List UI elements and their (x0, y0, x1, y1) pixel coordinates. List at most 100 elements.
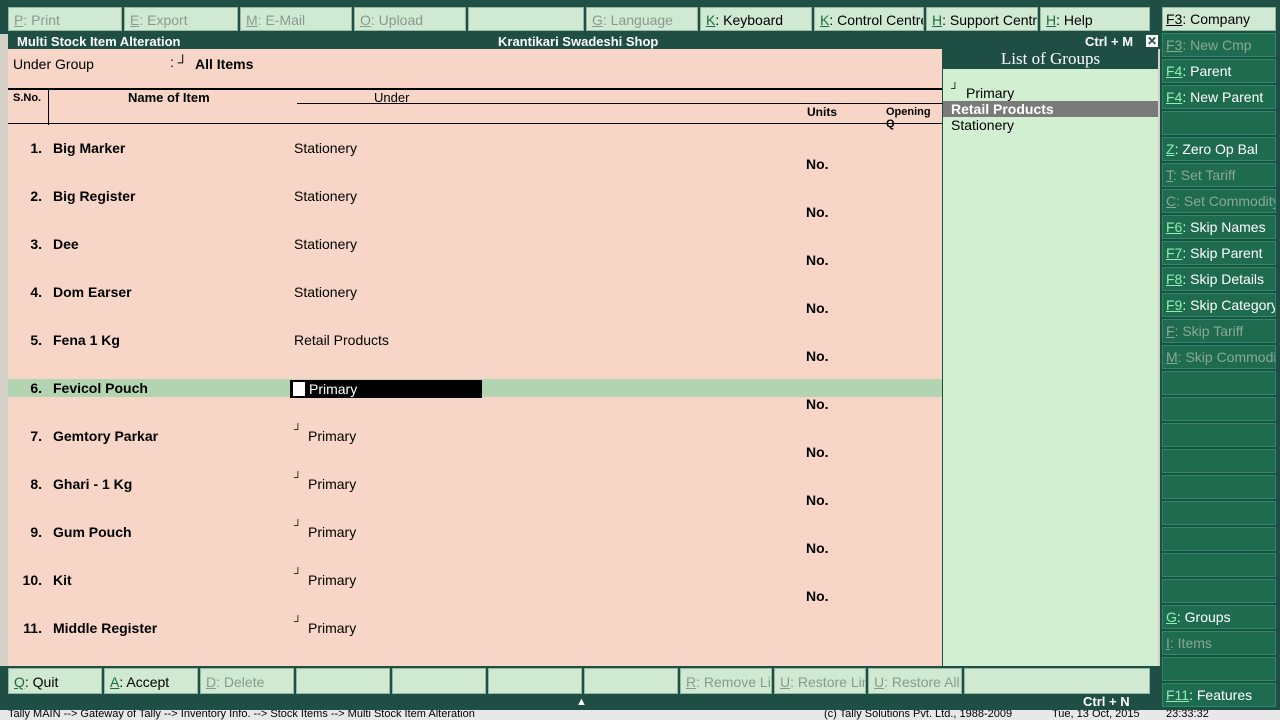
sidebar-new-cmp-button[interactable]: F3: New Cmp (1162, 33, 1276, 57)
item-name[interactable]: Gemtory Parkar (53, 428, 158, 444)
topbar-support-centre-button[interactable]: H: Support Centre (926, 7, 1038, 31)
table-row[interactable]: 1. Big Marker Stationery No. (8, 140, 942, 188)
table-row[interactable]: 5. Fena 1 Kg Retail Products No. (8, 332, 942, 380)
sidebar-set-commodity-button[interactable]: C: Set Commodity (1162, 189, 1276, 213)
table-row[interactable]: 6. Fevicol Pouch Primary No. (8, 380, 942, 428)
units-value[interactable]: No. (806, 588, 829, 604)
button-label: : New Parent (1182, 89, 1264, 105)
item-name[interactable]: Dee (53, 236, 79, 252)
units-value[interactable]: No. (806, 444, 829, 460)
bottom-delete-button[interactable]: D: Delete (200, 668, 294, 694)
bottom-restore-all-button[interactable]: U: Restore All (868, 668, 962, 694)
button-label: : Parent (1182, 63, 1232, 79)
sidebar-items-button[interactable]: I: Items (1162, 631, 1276, 655)
group-list-item[interactable]: ┘ Primary (943, 83, 1158, 101)
sidebar-empty-slot (1162, 657, 1276, 681)
units-value[interactable]: No. (806, 156, 829, 172)
units-value[interactable]: No. (806, 396, 829, 412)
item-name[interactable]: Big Register (53, 188, 135, 204)
topbar-help-button[interactable]: H: Help (1040, 7, 1150, 31)
units-value[interactable]: No. (806, 540, 829, 556)
sidebar-skip-tariff-button[interactable]: F: Skip Tariff (1162, 319, 1276, 343)
sidebar-skip-names-button[interactable]: F6: Skip Names (1162, 215, 1276, 239)
under-group-value[interactable]: Primary (308, 524, 356, 540)
sidebar-skip-parent-button[interactable]: F7: Skip Parent (1162, 241, 1276, 265)
group-marker-icon: ┘ (294, 520, 302, 532)
sidebar-skip-commodity-button[interactable]: M: Skip Commodity (1162, 345, 1276, 369)
under-group-value[interactable]: Stationery (294, 188, 357, 204)
units-value[interactable]: No. (806, 492, 829, 508)
sidebar-set-tariff-button[interactable]: T: Set Tariff (1162, 163, 1276, 187)
sidebar-groups-button[interactable]: G: Groups (1162, 605, 1276, 629)
sidebar-parent-button[interactable]: F4: Parent (1162, 59, 1276, 83)
group-list-item[interactable]: Retail Products (943, 101, 1158, 117)
close-icon[interactable]: ✕ (1145, 34, 1159, 48)
topbar-language-button[interactable]: G: Language (586, 7, 698, 31)
button-label: : Set Tariff (1173, 167, 1236, 183)
table-row[interactable]: 2. Big Register Stationery No. (8, 188, 942, 236)
item-name[interactable]: Middle Register (53, 620, 157, 636)
bottom-empty-slot (296, 668, 390, 694)
under-group-field[interactable]: All Items (195, 56, 253, 72)
topbar-upload-button[interactable]: O: Upload (354, 7, 466, 31)
topbar-keyboard-button[interactable]: K: Keyboard (700, 7, 812, 31)
sidebar-zero-op-bal-button[interactable]: Z: Zero Op Bal (1162, 137, 1276, 161)
under-group-value[interactable]: Primary (308, 620, 356, 636)
topbar-blank-button[interactable] (468, 7, 584, 31)
topbar-e-mail-button[interactable]: M: E-Mail (240, 7, 352, 31)
under-group-value[interactable]: Stationery (294, 236, 357, 252)
table-row[interactable]: 4. Dom Earser Stationery No. (8, 284, 942, 332)
bottom-empty-slot (584, 668, 678, 694)
button-label: : E-Mail (257, 12, 306, 28)
topbar-print-button[interactable]: P: Print (8, 7, 122, 31)
table-row[interactable]: 8. Ghari - 1 Kg ┘ Primary No. (8, 472, 942, 524)
scroll-up-icon[interactable]: ▲ (576, 694, 587, 710)
topbar-export-button[interactable]: E: Export (124, 7, 238, 31)
table-row[interactable]: 11. Middle Register ┘ Primary (8, 616, 942, 666)
hotkey-letter: A (110, 674, 120, 690)
units-value[interactable]: No. (806, 204, 829, 220)
under-group-value[interactable]: Primary (308, 572, 356, 588)
bottom-accept-button[interactable]: A: Accept (104, 668, 198, 694)
item-name[interactable]: Kit (53, 572, 72, 588)
bottom-remove-line-button[interactable]: R: Remove Line (680, 668, 772, 694)
table-row[interactable]: 10. Kit ┘ Primary No. (8, 568, 942, 620)
table-row[interactable]: 7. Gemtory Parkar ┘ Primary No. (8, 424, 942, 476)
under-group-value[interactable]: Primary (308, 476, 356, 492)
item-name[interactable]: Ghari - 1 Kg (53, 476, 132, 492)
sidebar-features-button[interactable]: F11: Features (1162, 683, 1276, 707)
item-name[interactable]: Gum Pouch (53, 524, 132, 540)
under-group-value[interactable]: Stationery (294, 140, 357, 156)
sidebar-skip-category-button[interactable]: F9: Skip Category (1162, 293, 1276, 317)
units-value[interactable]: No. (806, 348, 829, 364)
button-label: : Skip Tariff (1174, 323, 1244, 339)
under-group-value[interactable]: Retail Products (294, 332, 389, 348)
under-group-value[interactable]: Stationery (294, 284, 357, 300)
hotkey-letter: C (1166, 193, 1177, 209)
under-edit-field[interactable]: Primary (290, 380, 482, 398)
group-list-item[interactable]: Stationery (943, 117, 1158, 133)
under-group-value[interactable]: Primary (308, 428, 356, 444)
screen-title: Multi Stock Item Alteration (17, 34, 181, 49)
ctrl-n-shortcut[interactable]: Ctrl + N (1083, 694, 1130, 710)
item-name[interactable]: Fena 1 Kg (53, 332, 120, 348)
table-row[interactable]: 9. Gum Pouch ┘ Primary No. (8, 520, 942, 572)
sidebar-company-button[interactable]: F3: Company (1162, 7, 1276, 31)
hotkey-letter: E (130, 12, 140, 28)
table-row[interactable]: 3. Dee Stationery No. (8, 236, 942, 284)
sidebar-skip-details-button[interactable]: F8: Skip Details (1162, 267, 1276, 291)
item-name[interactable]: Fevicol Pouch (53, 380, 148, 396)
button-label: : Control Centre (829, 12, 924, 28)
multi-stock-item-form: Under Group : ┘ All Items S.No. Name of … (8, 49, 942, 666)
bottom-restore-line-button[interactable]: U: Restore Line (774, 668, 866, 694)
item-name[interactable]: Big Marker (53, 140, 125, 156)
sidebar-empty-slot (1162, 501, 1276, 525)
topbar-control-centre-button[interactable]: K: Control Centre (814, 7, 924, 31)
minimize-shortcut[interactable]: Ctrl + M (1085, 34, 1133, 49)
units-value[interactable]: No. (806, 252, 829, 268)
units-value[interactable]: No. (806, 300, 829, 316)
status-bar: Tally MAIN --> Gateway of Tally --> Inve… (0, 710, 1280, 720)
sidebar-new-parent-button[interactable]: F4: New Parent (1162, 85, 1276, 109)
bottom-quit-button[interactable]: Q: Quit (8, 668, 102, 694)
item-name[interactable]: Dom Earser (53, 284, 132, 300)
